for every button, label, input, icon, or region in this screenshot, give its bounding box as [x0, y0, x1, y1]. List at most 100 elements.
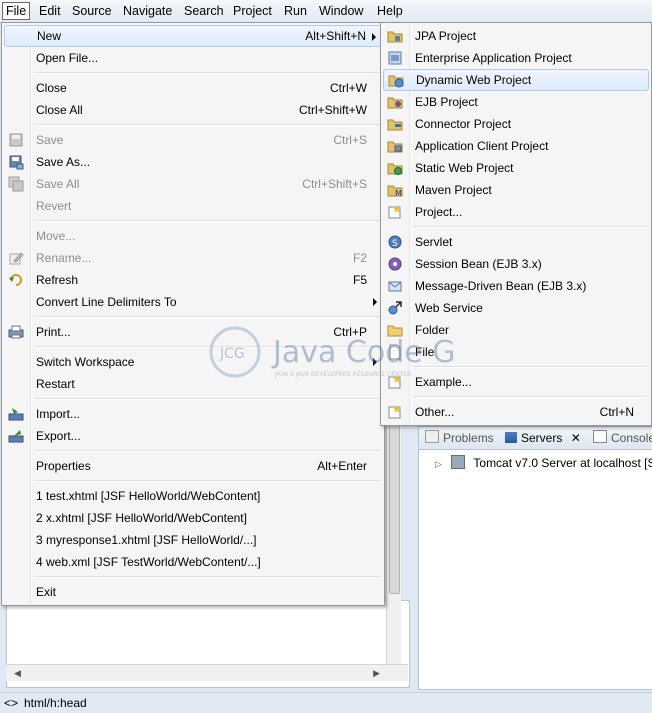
menu-separator	[413, 366, 647, 368]
menu-item-example[interactable]: Example...	[383, 371, 649, 393]
menu-item-message-driven-bean[interactable]: Message-Driven Bean (EJB 3.x)	[383, 275, 649, 297]
menu-item-recent-file[interactable]: 3 myresponse1.xhtml [JSF HelloWorld/...]	[4, 529, 382, 551]
menu-item-maven-project[interactable]: M Maven Project	[383, 179, 649, 201]
menu-item-enterprise-application-project[interactable]: Enterprise Application Project	[383, 47, 649, 69]
menu-item-session-bean[interactable]: Session Bean (EJB 3.x)	[383, 253, 649, 275]
servers-icon	[505, 432, 517, 443]
connector-project-icon	[387, 119, 403, 131]
menu-item-restart[interactable]: Restart	[4, 373, 382, 395]
menu-separator	[34, 576, 380, 578]
web-project-icon	[388, 75, 404, 88]
menu-item-jpa-project[interactable]: JPA Project	[383, 25, 649, 47]
servers-panel-tabs: Problems Servers ✕ Console	[419, 427, 652, 450]
jpa-project-icon	[387, 31, 403, 43]
servlet-icon: S	[388, 235, 402, 249]
menu-item-switch-workspace[interactable]: Switch Workspace	[4, 351, 382, 373]
menu-item-refresh[interactable]: Refresh F5	[4, 269, 382, 291]
menu-item-close[interactable]: Close Ctrl+W	[4, 77, 382, 99]
console-icon	[593, 430, 607, 443]
menu-edit[interactable]: Edit	[36, 3, 64, 19]
tab-problems[interactable]: Problems	[425, 430, 494, 446]
menu-item-application-client-project[interactable]: Application Client Project	[383, 135, 649, 157]
scroll-left-arrow-icon[interactable]: ◀	[14, 668, 21, 679]
menu-file[interactable]: File	[2, 2, 31, 20]
menu-item-file[interactable]: File	[383, 341, 649, 363]
menu-search[interactable]: Search	[181, 3, 227, 19]
import-icon	[8, 408, 24, 421]
menu-separator	[34, 450, 380, 452]
menu-source[interactable]: Source	[69, 3, 115, 19]
save-icon	[9, 133, 23, 147]
menu-item-ejb-project[interactable]: EJB Project	[383, 91, 649, 113]
svg-text:S: S	[392, 239, 398, 249]
menu-item-properties[interactable]: Properties Alt+Enter	[4, 455, 382, 477]
menu-item-project[interactable]: Project...	[383, 201, 649, 223]
export-icon	[8, 430, 24, 443]
menu-run[interactable]: Run	[281, 3, 310, 19]
menu-item-new[interactable]: New Alt+Shift+N	[4, 25, 382, 47]
menu-help[interactable]: Help	[374, 3, 406, 19]
ejb-project-icon	[387, 97, 403, 109]
menu-item-revert[interactable]: Revert	[4, 195, 382, 217]
menu-item-other[interactable]: Other... Ctrl+N	[383, 401, 649, 423]
submenu-arrow-icon	[373, 358, 377, 366]
menu-item-folder[interactable]: Folder	[383, 319, 649, 341]
message-driven-bean-icon	[388, 281, 402, 292]
static-web-project-icon	[387, 163, 403, 175]
problems-icon	[425, 430, 439, 443]
menu-window[interactable]: Window	[316, 3, 366, 19]
menu-item-save-all[interactable]: Save All Ctrl+Shift+S	[4, 173, 382, 195]
new-project-icon	[388, 205, 401, 219]
breadcrumb-icon: <>	[4, 696, 19, 710]
app-client-project-icon	[387, 141, 403, 153]
tab-console[interactable]: Console	[593, 430, 652, 446]
svg-text:M: M	[395, 189, 402, 198]
menu-item-import[interactable]: Import...	[4, 403, 382, 425]
menu-separator	[413, 396, 647, 398]
menu-project[interactable]: Project	[230, 3, 275, 19]
new-submenu: JPA Project Enterprise Application Proje…	[380, 22, 652, 426]
menu-item-connector-project[interactable]: Connector Project	[383, 113, 649, 135]
menu-item-exit[interactable]: Exit	[4, 581, 382, 603]
servers-panel: Problems Servers ✕ Console ▷ Tomcat v7.0…	[418, 426, 652, 690]
menu-separator	[413, 226, 647, 228]
web-service-icon	[388, 301, 402, 315]
menu-item-close-all[interactable]: Close All Ctrl+Shift+W	[4, 99, 382, 121]
server-row-tomcat[interactable]: ▷ Tomcat v7.0 Server at localhost [St	[435, 455, 652, 471]
save-as-icon	[9, 155, 24, 170]
menu-item-recent-file[interactable]: 1 test.xhtml [JSF HelloWorld/WebContent]	[4, 485, 382, 507]
menu-item-web-service[interactable]: Web Service	[383, 297, 649, 319]
printer-icon	[8, 325, 24, 339]
rename-icon	[9, 252, 24, 265]
menu-item-open-file[interactable]: Open File...	[4, 47, 382, 69]
other-wizard-icon	[388, 405, 401, 419]
menu-navigate[interactable]: Navigate	[120, 3, 175, 19]
menu-item-rename[interactable]: Rename... F2	[4, 247, 382, 269]
tab-servers[interactable]: Servers ✕	[505, 430, 581, 446]
close-tab-icon[interactable]: ✕	[571, 431, 581, 445]
menu-separator	[34, 316, 380, 318]
status-path: html/h:head	[24, 696, 87, 710]
menu-item-export[interactable]: Export...	[4, 425, 382, 447]
server-icon	[451, 455, 466, 469]
menu-item-save[interactable]: Save Ctrl+S	[4, 129, 382, 151]
submenu-arrow-icon	[373, 298, 377, 306]
menu-item-recent-file[interactable]: 4 web.xml [JSF TestWorld/WebContent/...]	[4, 551, 382, 573]
menu-separator	[34, 220, 380, 222]
folder-icon	[387, 325, 403, 337]
menu-item-convert-line-delimiters[interactable]: Convert Line Delimiters To	[4, 291, 382, 313]
menu-item-print[interactable]: Print... Ctrl+P	[4, 321, 382, 343]
menu-bar: File Edit Source Navigate Search Project…	[0, 0, 652, 23]
menu-item-move[interactable]: Move...	[4, 225, 382, 247]
file-icon	[389, 344, 401, 360]
menu-item-save-as[interactable]: Save As...	[4, 151, 382, 173]
refresh-icon	[9, 274, 22, 286]
menu-item-recent-file[interactable]: 2 x.xhtml [JSF HelloWorld/WebContent]	[4, 507, 382, 529]
menu-separator	[34, 398, 380, 400]
menu-item-dynamic-web-project[interactable]: Dynamic Web Project	[383, 69, 649, 91]
menu-item-servlet[interactable]: S Servlet	[383, 231, 649, 253]
expand-arrow-icon[interactable]: ▷	[435, 459, 442, 469]
scroll-right-arrow-icon[interactable]: ▶	[373, 668, 380, 679]
menu-item-static-web-project[interactable]: Static Web Project	[383, 157, 649, 179]
horizontal-scrollbar[interactable]: ◀ ▶	[6, 664, 408, 681]
